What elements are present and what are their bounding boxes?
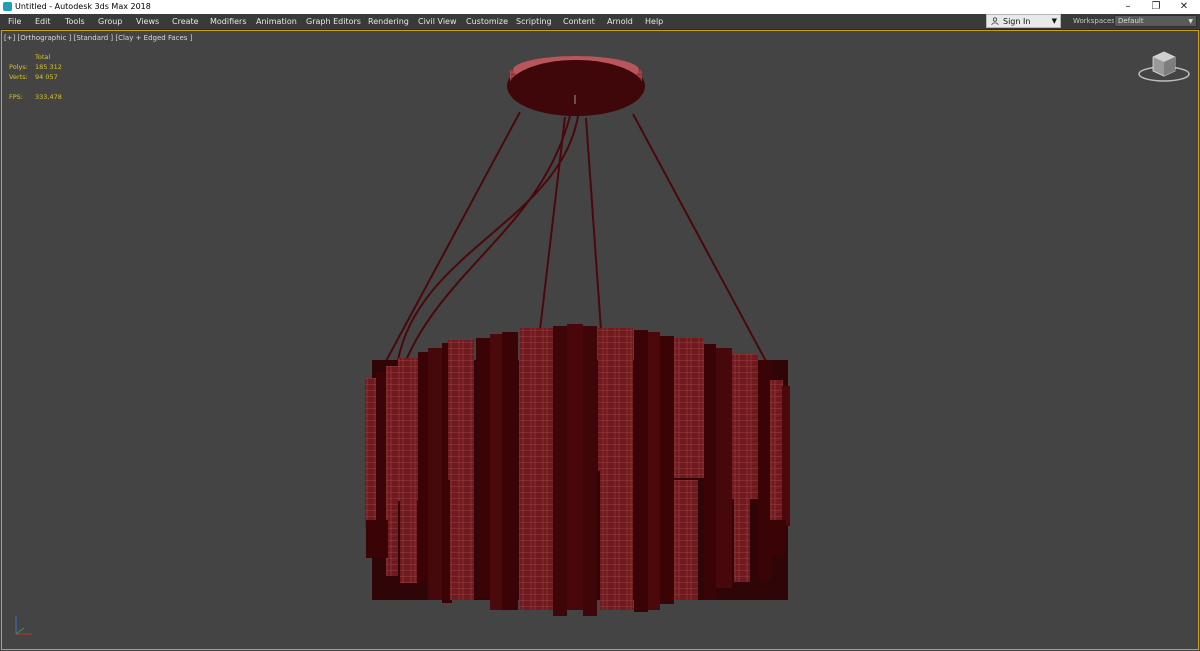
viewcube-icon[interactable] (1136, 46, 1192, 86)
chandelier-model (365, 56, 790, 616)
stats-polys-label: Polys: (9, 63, 28, 71)
stats-fps-label: FPS: (9, 93, 23, 101)
stats-verts-value: 94 057 (35, 73, 58, 81)
stats-total-label: Total (35, 53, 51, 61)
tube-ring-front (365, 324, 790, 616)
viewport-label-menu[interactable]: [+] [Orthographic ] [Standard ] [Clay + … (4, 34, 192, 42)
axis-tripod-icon (15, 616, 32, 635)
stats-polys-value: 185 312 (35, 63, 62, 71)
canopy (507, 56, 645, 116)
stats-verts-label: Verts: (9, 73, 28, 81)
stats-fps-value: 333,478 (35, 93, 62, 101)
